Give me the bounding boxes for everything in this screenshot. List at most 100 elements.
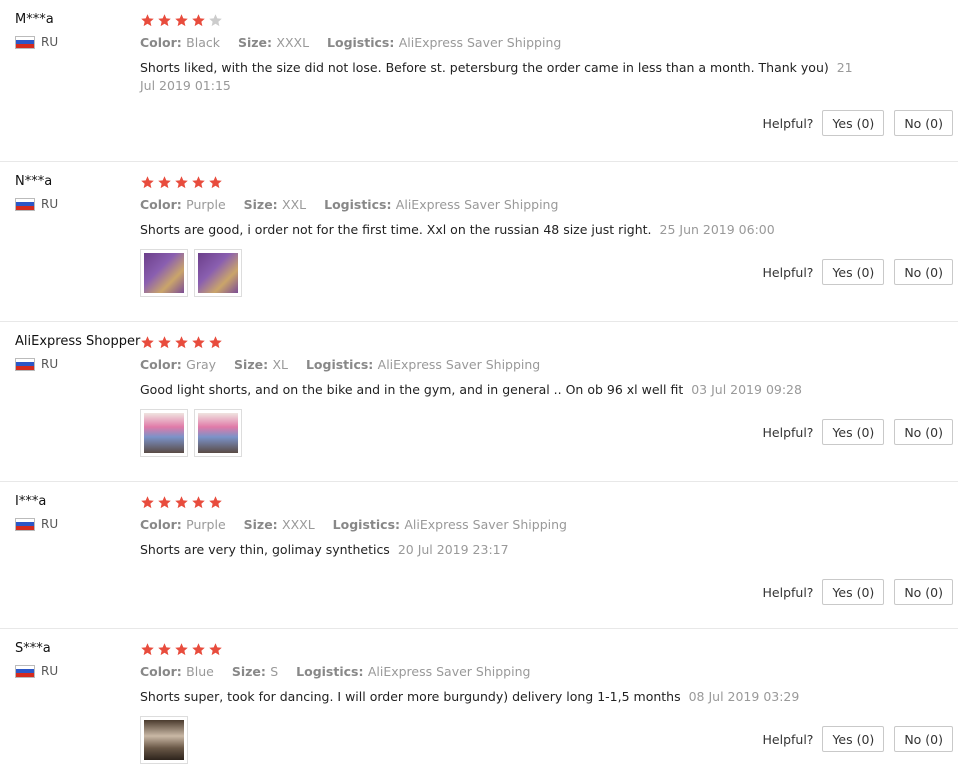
- size-label: Size:: [231, 664, 271, 679]
- helpful-vote: Helpful? Yes (0) No (0): [763, 726, 953, 752]
- logistics-label: Logistics:: [296, 664, 368, 679]
- helpful-label: Helpful?: [762, 264, 814, 280]
- review-body: Shorts are very thin, golimay synthetics: [140, 542, 390, 557]
- order-info: Color: Gray Size: XL Logistics: AliExpre…: [140, 357, 860, 372]
- star-filled-icon: [191, 495, 206, 510]
- review-photos: [140, 409, 860, 457]
- star-filled-icon: [140, 642, 155, 657]
- size-value: XXXL: [276, 35, 310, 50]
- order-info: Color: Blue Size: S Logistics: AliExpres…: [140, 664, 860, 679]
- helpful-no-button[interactable]: No (0): [894, 259, 953, 285]
- star-filled-icon: [174, 175, 189, 190]
- color-label: Color:: [140, 517, 187, 532]
- star-filled-icon: [191, 175, 206, 190]
- country-code: RU: [41, 664, 59, 678]
- star-filled-icon: [157, 13, 172, 28]
- size-value: XL: [272, 357, 288, 372]
- reviewer-country: RU: [15, 664, 58, 678]
- color-value: Black: [186, 35, 220, 50]
- star-filled-icon: [208, 642, 223, 657]
- helpful-yes-button[interactable]: Yes (0): [822, 110, 885, 136]
- size-label: Size:: [237, 35, 277, 50]
- review-body: Shorts super, took for dancing. I will o…: [140, 689, 681, 704]
- review-content: Color: Black Size: XXXL Logistics: AliEx…: [140, 12, 860, 95]
- helpful-yes-button[interactable]: Yes (0): [822, 726, 885, 752]
- review-photo-thumbnail[interactable]: [194, 409, 242, 457]
- reviewer-name: I***a: [15, 494, 47, 509]
- star-filled-icon: [157, 642, 172, 657]
- review-date: 08 Jul 2019 03:29: [688, 689, 800, 704]
- color-label: Color:: [140, 664, 187, 679]
- russia-flag-icon: [15, 35, 35, 49]
- logistics-value: AliExpress Saver Shipping: [377, 357, 541, 372]
- helpful-label: Helpful?: [762, 584, 814, 600]
- logistics-label: Logistics:: [332, 517, 405, 532]
- russia-flag-icon: [15, 357, 35, 371]
- purple-shorts-photo: [144, 253, 184, 293]
- star-filled-icon: [140, 13, 155, 28]
- russia-flag-icon: [15, 197, 35, 211]
- star-filled-icon: [208, 495, 223, 510]
- color-label: Color:: [140, 197, 187, 212]
- helpful-no-button[interactable]: No (0): [894, 110, 953, 136]
- star-filled-icon: [174, 495, 189, 510]
- review-list: M***a RU Color: Black Size: XXXL Logisti…: [0, 0, 973, 777]
- helpful-no-button[interactable]: No (0): [894, 726, 953, 752]
- helpful-label: Helpful?: [762, 731, 814, 747]
- russia-flag-icon: [15, 517, 35, 531]
- review-photo-thumbnail[interactable]: [140, 409, 188, 457]
- review-photo-thumbnail[interactable]: [140, 716, 188, 764]
- star-filled-icon: [191, 13, 206, 28]
- star-filled-icon: [208, 175, 223, 190]
- review-photo-thumbnail[interactable]: [194, 249, 242, 297]
- logistics-value: AliExpress Saver Shipping: [404, 517, 567, 532]
- order-info: Color: Purple Size: XXXL Logistics: AliE…: [140, 517, 860, 532]
- helpful-yes-button[interactable]: Yes (0): [822, 259, 885, 285]
- helpful-vote: Helpful? Yes (0) No (0): [763, 419, 953, 445]
- review-photos: [140, 249, 860, 297]
- star-filled-icon: [174, 642, 189, 657]
- color-value: Purple: [186, 197, 226, 212]
- color-value: Blue: [186, 664, 214, 679]
- review-body: Good light shorts, and on the bike and i…: [140, 382, 684, 397]
- reviewer-country: RU: [15, 357, 140, 371]
- star-empty-icon: [208, 13, 223, 28]
- star-filled-icon: [157, 495, 172, 510]
- helpful-label: Helpful?: [762, 424, 814, 440]
- star-filled-icon: [140, 495, 155, 510]
- star-filled-icon: [157, 335, 172, 350]
- review-photo-thumbnail[interactable]: [140, 249, 188, 297]
- review-date: 20 Jul 2019 23:17: [397, 542, 509, 557]
- person-in-room-photo: [144, 720, 184, 760]
- size-value: XXXL: [282, 517, 315, 532]
- star-filled-icon: [208, 335, 223, 350]
- review-content: Color: Purple Size: XXL Logistics: AliEx…: [140, 174, 860, 297]
- review-text: Shorts liked, with the size did not lose…: [140, 59, 855, 95]
- country-code: RU: [41, 357, 59, 371]
- helpful-no-button[interactable]: No (0): [894, 419, 953, 445]
- review-date: 25 Jun 2019 06:00: [659, 222, 775, 237]
- review-item: N***a RU Color: Purple Size: XXL Logisti…: [0, 162, 958, 322]
- helpful-no-button[interactable]: No (0): [894, 579, 953, 605]
- review-text: Shorts super, took for dancing. I will o…: [140, 688, 855, 706]
- star-filled-icon: [140, 335, 155, 350]
- helpful-yes-button[interactable]: Yes (0): [822, 579, 885, 605]
- logistics-label: Logistics:: [327, 35, 399, 50]
- review-text: Good light shorts, and on the bike and i…: [140, 381, 855, 399]
- russia-flag-icon: [15, 664, 35, 678]
- logistics-label: Logistics:: [324, 197, 396, 212]
- size-value: S: [270, 664, 279, 679]
- reviewer-country: RU: [15, 197, 58, 211]
- review-item: M***a RU Color: Black Size: XXXL Logisti…: [0, 0, 958, 162]
- reviewer-country: RU: [15, 35, 58, 49]
- helpful-yes-button[interactable]: Yes (0): [822, 419, 885, 445]
- reviewer-info: I***a RU: [15, 494, 58, 531]
- star-filled-icon: [174, 335, 189, 350]
- reviewer-name: N***a: [15, 174, 53, 189]
- review-item: AliExpress Shopper RU Color: Gray Size: …: [0, 322, 958, 482]
- review-content: Color: Gray Size: XL Logistics: AliExpre…: [140, 334, 860, 457]
- review-text: Shorts are good, i order not for the fir…: [140, 221, 855, 239]
- color-label: Color:: [140, 357, 187, 372]
- country-code: RU: [41, 517, 59, 531]
- helpful-vote: Helpful? Yes (0) No (0): [763, 259, 953, 285]
